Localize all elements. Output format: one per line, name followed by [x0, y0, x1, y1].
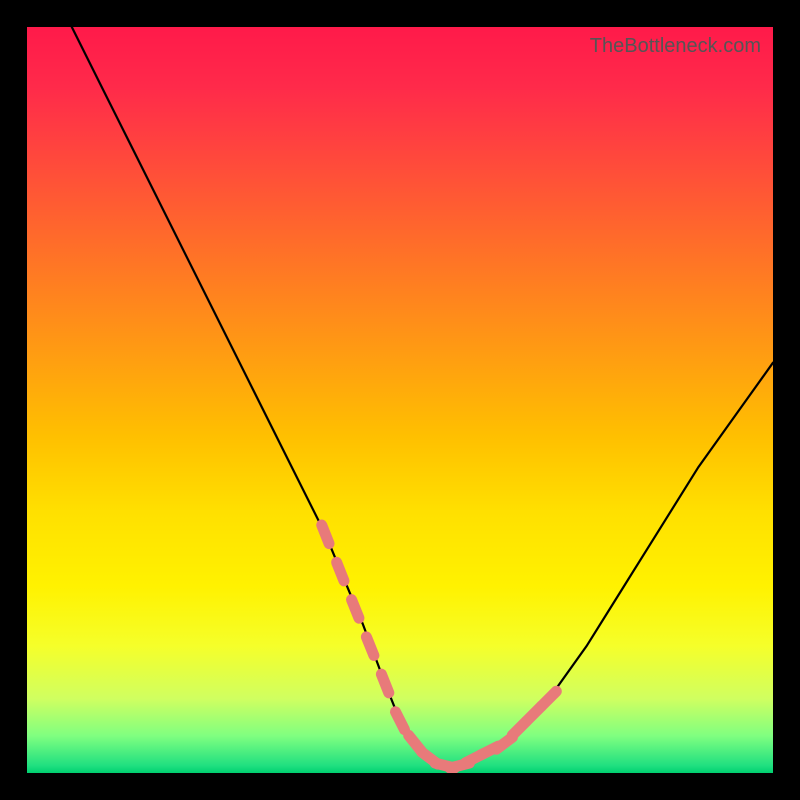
highlight-dot	[381, 674, 388, 693]
curve-svg	[27, 27, 773, 773]
bottleneck-curve-line	[72, 27, 773, 766]
watermark-text: TheBottleneck.com	[590, 35, 761, 58]
highlight-dot	[322, 525, 329, 544]
highlight-dot	[366, 637, 374, 656]
chart-container: TheBottleneck.com	[0, 0, 800, 800]
highlight-dot	[396, 712, 405, 730]
highlight-dot	[337, 562, 344, 581]
highlight-dot	[352, 600, 360, 619]
plot-area: TheBottleneck.com	[27, 27, 773, 773]
highlight-dot	[542, 691, 556, 705]
highlight-dots-group	[322, 525, 557, 768]
